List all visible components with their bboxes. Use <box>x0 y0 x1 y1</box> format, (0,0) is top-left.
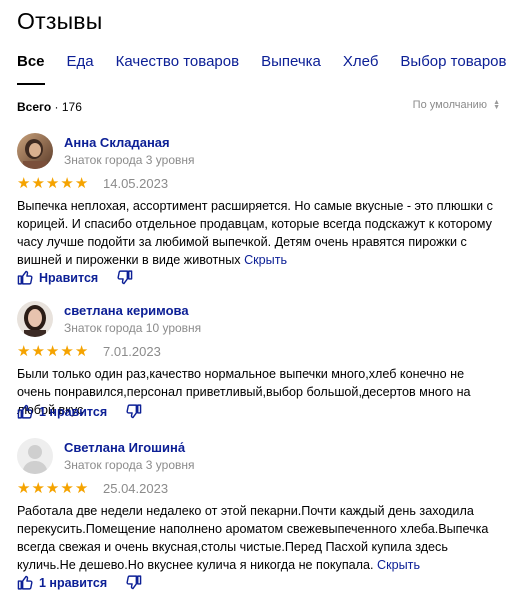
review-actions: 1 нравится <box>17 574 142 591</box>
user-photo-icon <box>17 301 53 337</box>
rating-stars: ★ ★ ★ ★ ★ <box>17 481 89 496</box>
review-date: 25.04.2023 <box>103 481 169 496</box>
thumb-down-icon <box>126 404 142 419</box>
thumb-up-icon <box>17 575 33 590</box>
rating-stars: ★ ★ ★ ★ ★ <box>17 344 89 359</box>
sort-label: По умолчанию <box>412 99 488 111</box>
hide-button[interactable]: Скрыть <box>377 558 420 572</box>
star-icon: ★ <box>17 343 31 360</box>
dislike-button[interactable] <box>116 269 133 286</box>
review-author[interactable]: Светлана Игошина́ <box>64 440 185 455</box>
review-text: Работала две недели недалеко от этой пек… <box>17 502 497 574</box>
review-text: Выпечка неплохая, ассортимент расширяетс… <box>17 197 497 269</box>
star-icon: ★ <box>60 480 74 497</box>
star-icon: ★ <box>45 175 60 192</box>
thumb-down-icon <box>126 575 142 590</box>
review-actions: 1 нравится <box>17 403 142 420</box>
review-actions: Нравится <box>17 269 133 286</box>
tab-all[interactable]: Все <box>17 52 45 85</box>
page-title: Отзывы <box>17 8 103 34</box>
like-count: 1 нравится <box>39 404 108 419</box>
dislike-button[interactable] <box>125 574 142 591</box>
total-number: 176 <box>61 100 82 114</box>
dislike-button[interactable] <box>125 403 142 420</box>
user-photo-icon <box>17 133 53 169</box>
tab-pastry[interactable]: Выпечка <box>261 52 321 78</box>
star-icon: ★ <box>17 175 31 192</box>
review-author-level: Знаток города 3 уровня <box>64 458 195 472</box>
review-author-level: Знаток города 3 уровня <box>64 153 195 167</box>
total-count: Всего · 176 <box>17 100 82 114</box>
like-count: Нравится <box>39 270 99 285</box>
rating-stars: ★ ★ ★ ★ ★ <box>17 176 89 191</box>
tab-quality[interactable]: Качество товаров <box>116 52 239 78</box>
thumb-up-icon <box>17 270 33 285</box>
like-button[interactable]: Нравится <box>17 269 98 286</box>
total-separator: · <box>51 100 62 114</box>
tab-food[interactable]: Еда <box>67 52 94 78</box>
tab-choice[interactable]: Выбор товаров <box>400 52 506 78</box>
star-icon: ★ <box>17 480 31 497</box>
avatar[interactable] <box>17 133 53 169</box>
star-icon: ★ <box>31 175 45 192</box>
total-label: Всего <box>17 100 52 114</box>
avatar[interactable] <box>17 438 53 474</box>
star-icon: ★ <box>74 175 89 192</box>
like-button[interactable]: 1 нравится <box>17 574 107 591</box>
tab-bread[interactable]: Хлеб <box>343 52 379 78</box>
star-icon: ★ <box>60 175 74 192</box>
thumb-down-icon <box>117 270 133 285</box>
review-date: 14.05.2023 <box>103 176 169 191</box>
like-button[interactable]: 1 нравится <box>17 403 107 420</box>
hide-button[interactable]: Скрыть <box>244 253 287 267</box>
sort-arrows-icon: ▲ ▼ <box>493 99 500 111</box>
review-date: 7.01.2023 <box>103 344 161 359</box>
review-author-level: Знаток города 10 уровня <box>64 321 202 335</box>
avatar[interactable] <box>17 301 53 337</box>
review-tabs: Все Еда Качество товаров Выпечка Хлеб Вы… <box>17 52 513 85</box>
like-count: 1 нравится <box>39 575 108 590</box>
star-icon: ★ <box>74 480 89 497</box>
star-icon: ★ <box>74 343 89 360</box>
star-icon: ★ <box>45 343 60 360</box>
star-icon: ★ <box>60 343 74 360</box>
star-icon: ★ <box>45 480 60 497</box>
star-icon: ★ <box>31 343 45 360</box>
star-icon: ★ <box>31 480 45 497</box>
sort-dropdown[interactable]: По умолчанию ▲ ▼ <box>413 99 500 111</box>
review-author[interactable]: Анна Складаная <box>64 135 170 150</box>
default-user-icon <box>17 438 53 474</box>
thumb-up-icon <box>17 404 33 419</box>
review-author[interactable]: светлана керимова <box>64 303 189 318</box>
